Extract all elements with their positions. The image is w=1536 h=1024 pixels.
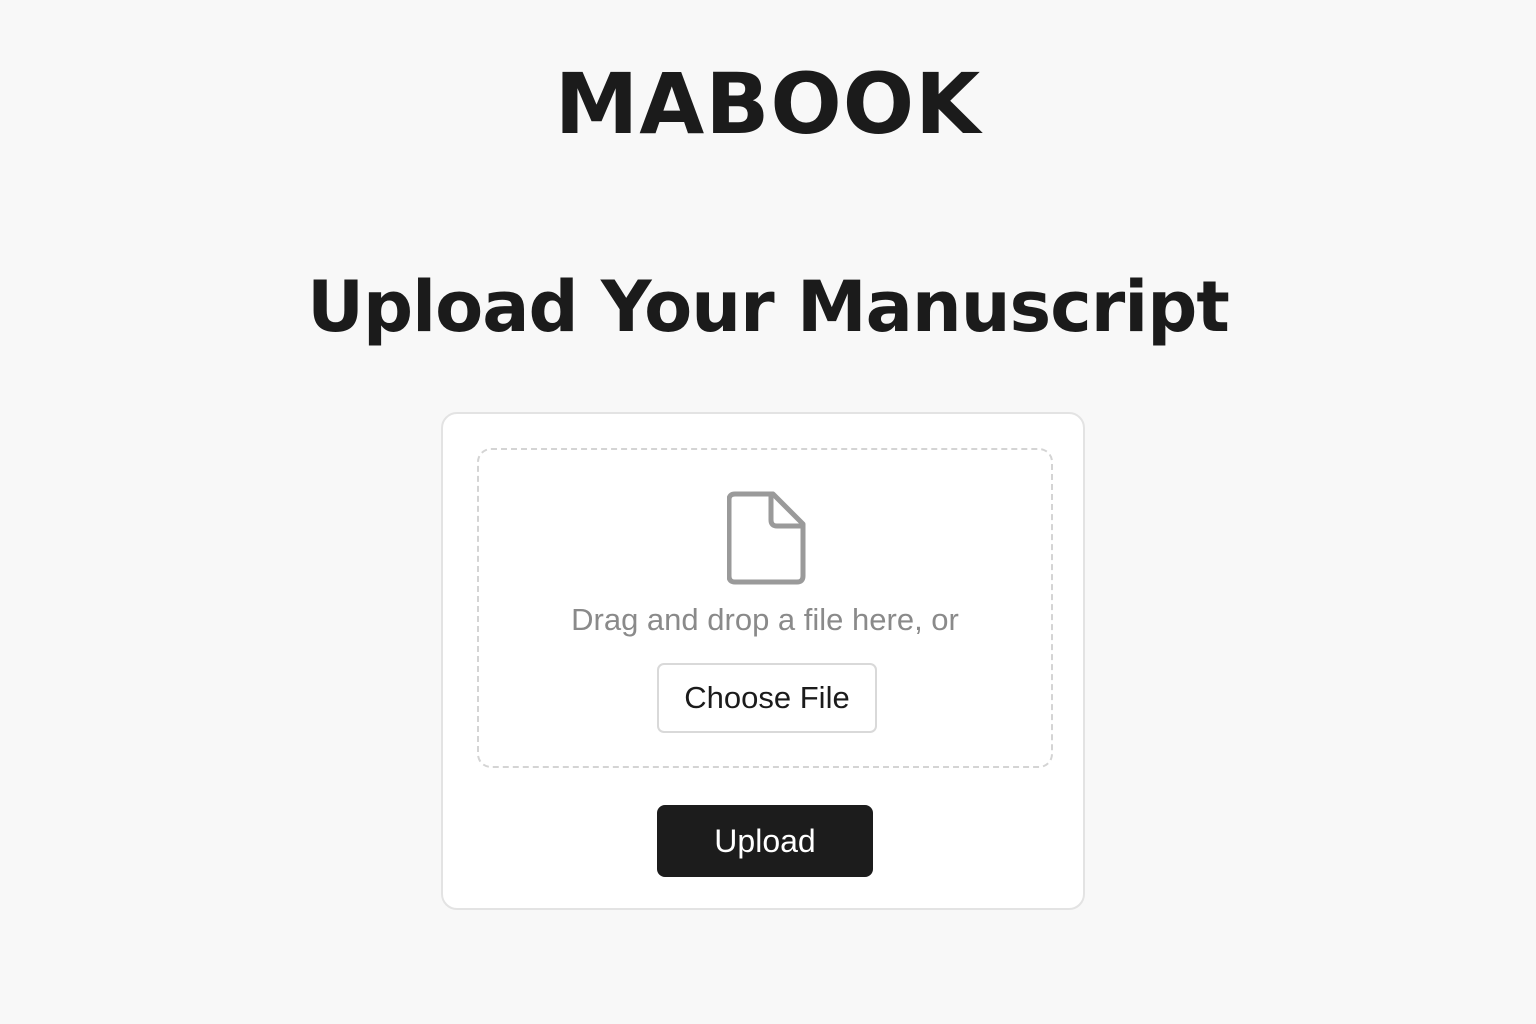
drop-instructions: Drag and drop a file here, or: [571, 602, 959, 637]
brand-logo: MABOOK: [554, 55, 982, 153]
file-dropzone[interactable]: Drag and drop a file here, or Choose Fil…: [477, 448, 1053, 768]
document-icon: [727, 491, 806, 585]
page-title: Upload Your Manuscript: [307, 266, 1230, 348]
choose-file-button[interactable]: Choose File: [657, 663, 877, 733]
upload-card: Drag and drop a file here, or Choose Fil…: [441, 412, 1085, 910]
upload-button[interactable]: Upload: [657, 805, 873, 877]
